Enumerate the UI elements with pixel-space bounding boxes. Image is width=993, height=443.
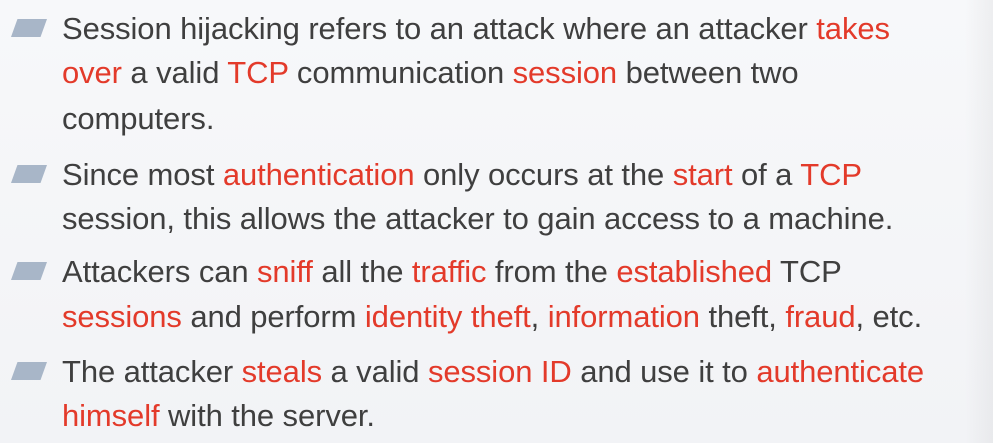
highlighted-term: over xyxy=(62,55,122,90)
bullet-marker-icon xyxy=(11,362,47,380)
highlighted-term: sniff xyxy=(257,254,313,289)
text-segment: , etc. xyxy=(855,299,923,334)
text-line: Attackers can sniff all the traffic from… xyxy=(62,255,842,289)
text-segment: a valid xyxy=(121,55,228,90)
highlighted-term: steals xyxy=(241,354,323,389)
text-segment: of a xyxy=(732,157,801,192)
text-segment: Attackers can xyxy=(62,254,258,289)
text-segment: Since most xyxy=(62,157,223,192)
highlighted-term: traffic xyxy=(411,254,487,289)
text-line: The attacker steals a valid session ID a… xyxy=(62,355,924,389)
text-line: computers. xyxy=(62,102,214,136)
highlighted-term: authentication xyxy=(222,157,415,192)
text-line: Session hijacking refers to an attack wh… xyxy=(62,12,890,46)
text-segment: and perform xyxy=(181,299,365,334)
text-segment: communication xyxy=(288,55,513,90)
slide-canvas: Session hijacking refers to an attack wh… xyxy=(0,0,993,443)
text-segment: , xyxy=(530,299,548,334)
text-segment: session, this allows the attacker to gai… xyxy=(62,201,894,236)
text-line: session, this allows the attacker to gai… xyxy=(62,202,893,236)
highlighted-term: authenticate xyxy=(756,354,925,389)
bullet-marker-icon xyxy=(11,262,47,280)
text-segment: The attacker xyxy=(62,354,242,389)
text-segment: a valid xyxy=(322,354,428,389)
highlighted-term: established xyxy=(616,254,773,289)
text-segment: with the server. xyxy=(159,398,375,433)
bullet-marker-icon xyxy=(11,165,47,183)
text-segment: computers. xyxy=(62,101,215,136)
highlighted-term: session xyxy=(512,55,618,90)
bullet-marker-icon xyxy=(11,19,47,37)
highlighted-term: himself xyxy=(62,398,160,433)
highlighted-term: TCP xyxy=(800,157,862,192)
text-segment: from the xyxy=(486,254,617,289)
highlighted-term: TCP xyxy=(227,55,289,90)
text-line: himself with the server. xyxy=(62,399,375,433)
highlighted-term: session ID xyxy=(427,354,572,389)
text-segment: between two xyxy=(617,55,799,90)
text-segment: Session hijacking refers to an attack wh… xyxy=(62,11,817,46)
text-segment: all the xyxy=(312,254,412,289)
text-segment: only occurs at the xyxy=(414,157,673,192)
highlighted-term: takes xyxy=(816,11,890,46)
text-segment: theft, xyxy=(699,299,786,334)
highlighted-term: start xyxy=(672,157,733,192)
highlighted-term: fraud xyxy=(785,299,856,334)
text-segment: TCP xyxy=(772,254,842,289)
text-segment: and use it to xyxy=(571,354,757,389)
text-line: sessions and perform identity theft, inf… xyxy=(62,300,922,334)
highlighted-term: identity theft xyxy=(364,299,531,334)
text-line: over a valid TCP communication session b… xyxy=(62,56,799,90)
highlighted-term: sessions xyxy=(62,299,182,334)
text-line: Since most authentication only occurs at… xyxy=(62,158,862,192)
highlighted-term: information xyxy=(547,299,700,334)
bullet-list: Session hijacking refers to an attack wh… xyxy=(0,0,993,443)
